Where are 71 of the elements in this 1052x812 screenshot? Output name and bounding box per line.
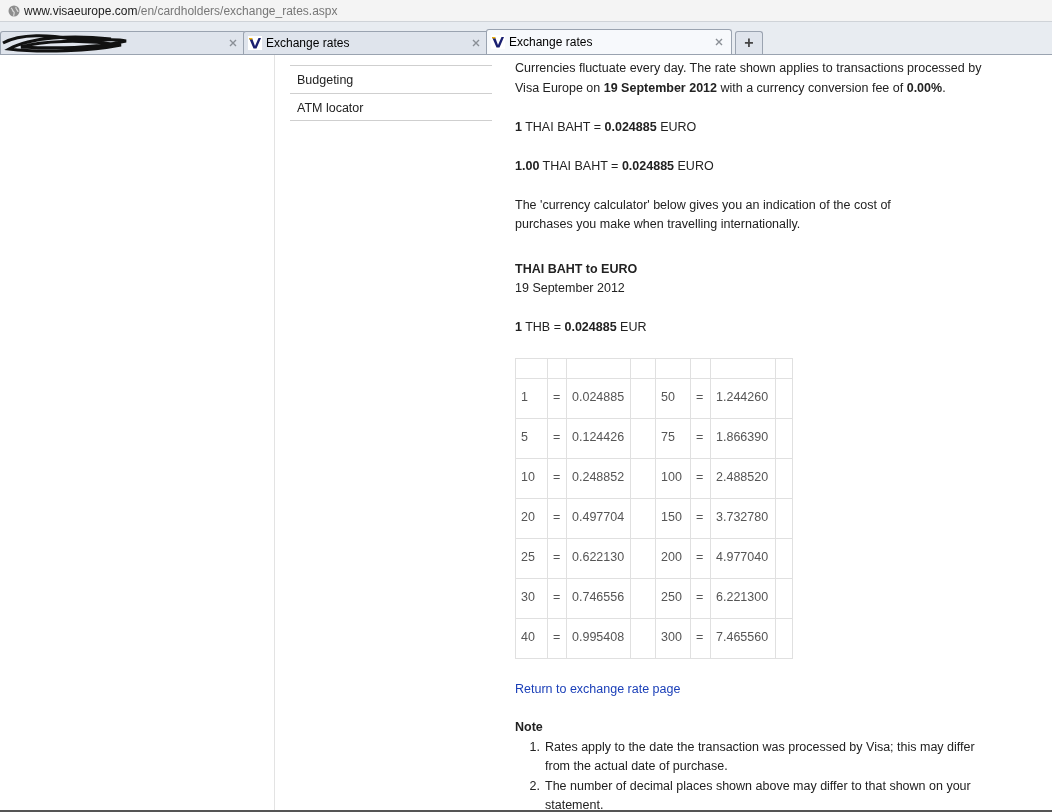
table-cell: = <box>553 590 561 605</box>
table-cell: 250 <box>661 590 682 605</box>
table-cell: 30 <box>521 590 535 605</box>
table-cell: = <box>696 430 704 445</box>
table-cell: = <box>696 590 704 605</box>
table-cell: 1.866390 <box>716 430 769 445</box>
table-cell: 150 <box>661 510 682 525</box>
url-text: www.visaeurope.com/en/cardholders/exchange_rates.aspx <box>24 2 338 20</box>
note-item: The number of decimal places shown above may differ to that shown on your statement. <box>545 777 972 812</box>
table-cell: 2.488520 <box>716 470 769 485</box>
table-cell: 75 <box>661 430 675 445</box>
table-cell: 0.746556 <box>572 590 625 605</box>
rate-line: 1 THAI BAHT = 0.024885 EURO <box>515 118 698 136</box>
sidebar-link[interactable]: ATM locator <box>290 93 492 121</box>
tab-title: Exchange rates <box>266 35 350 52</box>
intro-paragraph: Currencies fluctuate every day. The rate shown applies to transactions processed by Visa Europe on 19 September 2012 with a currency conversion fee of 0.00%. <box>515 60 983 97</box>
table-cell: 0.995408 <box>572 630 625 645</box>
table-cell: 25 <box>521 550 535 565</box>
table-cell: = <box>696 470 704 485</box>
table-cell: 0.248852 <box>572 470 625 485</box>
table-cell: 300 <box>661 630 682 645</box>
note-heading: Note <box>515 719 544 736</box>
close-icon[interactable] <box>472 39 480 47</box>
table-cell: = <box>553 630 561 645</box>
calculator-rate: 1 THB = 0.024885 EUR <box>515 319 648 336</box>
table-cell: = <box>696 510 704 525</box>
table-cell: 100 <box>661 470 682 485</box>
table-cell: 0.024885 <box>572 390 625 405</box>
browser-tab[interactable]: Exchange rates <box>243 31 489 54</box>
list-number: 2. <box>528 777 541 795</box>
sidebar-link[interactable]: Budgeting <box>290 65 492 93</box>
globe-icon <box>8 4 20 17</box>
calculator-date: 19 September 2012 <box>515 280 626 297</box>
table-cell: = <box>696 390 704 405</box>
table-cell: = <box>696 550 704 565</box>
table-cell: 40 <box>521 630 535 645</box>
browser-tab[interactable] <box>0 31 246 54</box>
table-cell: 0.622130 <box>572 550 625 565</box>
note-item: Rates apply to the date the transaction was processed by Visa; this may differ from the actual date of purchase. <box>545 738 976 775</box>
table-cell: = <box>553 470 561 485</box>
close-icon[interactable] <box>715 38 723 46</box>
table-cell: 200 <box>661 550 682 565</box>
new-tab-button[interactable]: + <box>735 31 763 54</box>
table-cell: 5 <box>521 430 528 445</box>
table-cell: 50 <box>661 390 675 405</box>
table-cell: 10 <box>521 470 535 485</box>
calculator-description: The 'currency calculator' below gives you an indication of the cost of purchases you make when travelling internationally. <box>515 196 892 233</box>
table-cell: 20 <box>521 510 535 525</box>
table-cell: 6.221300 <box>716 590 769 605</box>
calculator-title: THAI BAHT to EURO <box>515 260 639 278</box>
tab-title: Exchange rates <box>509 34 593 51</box>
browser-tab[interactable]: Exchange rates <box>486 29 732 54</box>
table-cell: = <box>553 510 561 525</box>
visa-logo-icon <box>491 35 505 49</box>
table-cell: 0.497704 <box>572 510 625 525</box>
table-cell: 0.124426 <box>572 430 625 445</box>
list-number: 1. <box>528 738 541 756</box>
rate-line: 1.00 THAI BAHT = 0.024885 EURO <box>515 157 715 175</box>
table-cell: 7.465560 <box>716 630 769 645</box>
table-cell: 4.977040 <box>716 550 769 565</box>
visa-logo-icon <box>248 36 262 50</box>
table-cell: = <box>553 430 561 445</box>
address-bar[interactable]: www.visaeurope.com/en/cardholders/exchange_rates.aspx <box>0 0 1052 22</box>
table-cell: = <box>696 630 704 645</box>
table-cell: = <box>553 550 561 565</box>
table-cell: = <box>553 390 561 405</box>
close-icon[interactable] <box>229 39 237 47</box>
table-cell: 3.732780 <box>716 510 769 525</box>
return-link[interactable]: Return to exchange rate page <box>515 679 681 699</box>
table-cell: 1 <box>521 390 528 405</box>
table-cell: 1.244260 <box>716 390 769 405</box>
